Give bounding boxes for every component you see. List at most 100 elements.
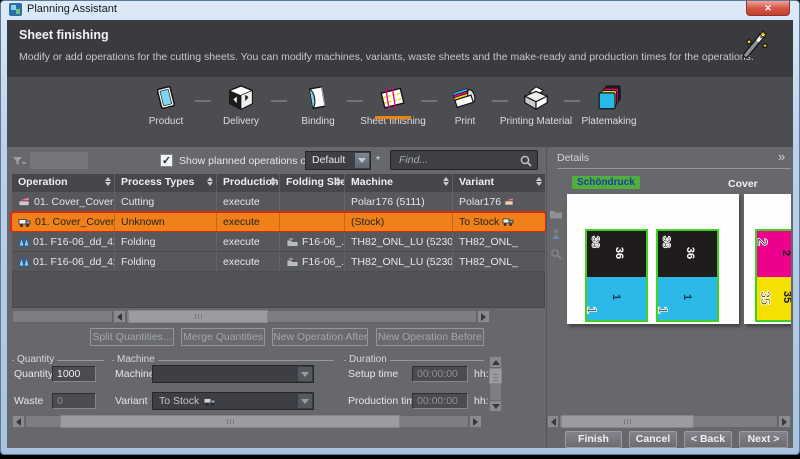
step-connector — [271, 100, 287, 102]
cell-machine: Polar176 (5111) — [345, 192, 453, 211]
scroll-left-button[interactable] — [113, 310, 126, 323]
cell-process-type: Folding — [115, 252, 217, 271]
step-sheet-finishing[interactable]: Sheet finishing — [355, 83, 431, 127]
folding-sheet-page[interactable]: 36 36 1 1 — [585, 229, 648, 322]
table-row[interactable]: 01. F16-06_dd_4x2 ... Folding execute F1… — [12, 252, 545, 272]
setup-time-input[interactable]: 00:00:00 — [412, 366, 468, 382]
table-header: Operation Process Types Production Foldi… — [12, 174, 545, 192]
machine-select[interactable] — [152, 365, 314, 383]
step-platemaking[interactable]: Platemaking — [571, 83, 647, 127]
details-hscroll-thumb[interactable] — [561, 415, 694, 428]
merge-quantities-button[interactable]: Merge Quantities — [181, 328, 265, 346]
column-header-production[interactable]: Production — [217, 174, 280, 192]
close-button[interactable]: ✕ — [746, 1, 790, 16]
cell-process-type: Unknown — [115, 213, 217, 231]
page-number-mark: 1 — [587, 306, 597, 313]
scroll-down-button[interactable] — [489, 400, 502, 412]
form-hscroll-thumb[interactable] — [60, 415, 400, 428]
production-time-label: Production time — [348, 395, 421, 407]
sort-icon[interactable] — [207, 177, 213, 186]
filter-field[interactable] — [30, 152, 88, 169]
waste-input[interactable]: 0 — [52, 393, 96, 409]
scroll-left-button[interactable] — [12, 415, 25, 428]
details-divider — [557, 168, 791, 169]
platemaking-icon — [594, 83, 624, 113]
sort-icon[interactable] — [105, 177, 111, 186]
column-header-variant[interactable]: Variant — [453, 174, 545, 192]
scroll-right-button[interactable] — [469, 415, 482, 428]
sort-icon[interactable] — [536, 177, 542, 186]
new-operation-after-button[interactable]: New Operation After — [272, 328, 368, 346]
view-preset-value: Default — [312, 154, 345, 166]
quantity-input[interactable]: 1000 — [52, 366, 96, 382]
find-input[interactable]: Find... — [390, 150, 538, 170]
column-header-machine[interactable]: Machine — [345, 174, 453, 192]
next-button[interactable]: Next > — [739, 431, 788, 448]
sort-icon[interactable] — [270, 177, 276, 186]
filter-icon[interactable] — [12, 155, 27, 167]
page-number: 35 — [781, 291, 791, 303]
step-connector — [421, 100, 437, 102]
sheet-preview-area[interactable]: 36 36 1 1 36 36 1 1 — [547, 172, 791, 414]
variant-select[interactable]: To Stock — [152, 392, 314, 410]
press-sheet-preview[interactable]: 2 2 35 35 — [744, 194, 791, 324]
new-operation-before-button[interactable]: New Operation Before — [376, 328, 484, 346]
machine-label: Machine — [115, 368, 155, 380]
cell-folding-sheet: F16-06_... — [302, 256, 345, 268]
step-label: Delivery — [203, 116, 279, 127]
page-number: 2 — [780, 250, 791, 256]
step-label: Product — [128, 116, 204, 127]
frozen-column-scroll-track[interactable] — [12, 310, 113, 323]
page-title: Sheet finishing — [19, 28, 109, 42]
step-delivery[interactable]: Delivery — [203, 83, 279, 127]
page-number: 1 — [610, 294, 622, 300]
variant-label: Variant — [115, 395, 148, 407]
scroll-up-button[interactable] — [489, 356, 502, 368]
sort-icon[interactable] — [335, 177, 341, 186]
variant-select-value: To Stock — [159, 395, 199, 407]
chevron-down-icon[interactable] — [355, 153, 369, 168]
production-time-input[interactable]: 00:00:00 — [412, 393, 468, 409]
scroll-right-button[interactable] — [778, 415, 791, 428]
step-product[interactable]: Product — [128, 83, 204, 127]
table-row-selected[interactable]: 01. Cover_Cover (T... Unknown execute (S… — [10, 211, 547, 233]
step-print[interactable]: Print — [427, 83, 503, 127]
view-preset-select[interactable]: Default — [305, 151, 371, 170]
back-button[interactable]: < Back — [684, 431, 732, 448]
column-header-operation[interactable]: Operation — [12, 174, 115, 192]
step-label: Platemaking — [571, 116, 647, 127]
cell-machine: TH82_ONL_LU (5230) — [345, 252, 453, 271]
show-planned-label: Show planned operations only — [179, 155, 320, 167]
press-sheet-preview[interactable]: 36 36 1 1 36 36 1 1 — [567, 194, 739, 324]
cell-process-type: Cutting — [115, 192, 217, 211]
cell-operation: 01. F16-06_dd_4x2 ... — [33, 236, 115, 248]
chevron-down-icon[interactable] — [298, 367, 312, 381]
cancel-button[interactable]: Cancel — [629, 431, 677, 448]
scroll-left-button[interactable] — [547, 415, 559, 428]
page-description: Modify or add operations for the cutting… — [19, 51, 754, 63]
details-expand-button[interactable]: » — [778, 149, 785, 164]
step-binding[interactable]: Binding — [280, 83, 356, 127]
duration-group-label: Duration — [346, 354, 390, 365]
table-hscroll-thumb[interactable] — [128, 310, 268, 323]
split-quantities-button[interactable]: Split Quantities... — [90, 328, 174, 346]
search-icon[interactable] — [520, 155, 532, 167]
finish-button[interactable]: Finish — [565, 431, 622, 448]
show-planned-checkbox[interactable]: ✓ — [160, 154, 173, 167]
page-number-mark: 1 — [658, 306, 668, 313]
page-number-mark: 36 — [661, 236, 671, 248]
sort-icon[interactable] — [443, 177, 449, 186]
scroll-right-button[interactable] — [477, 310, 490, 323]
folding-sheet-page[interactable]: 36 36 1 1 — [656, 229, 719, 322]
column-header-process-types[interactable]: Process Types — [115, 174, 217, 192]
cutting-icon — [18, 196, 31, 207]
column-header-folding-sheet[interactable]: Folding Sheet — [280, 174, 345, 192]
app-icon — [9, 3, 22, 16]
step-printing-material[interactable]: Printing Material — [498, 83, 574, 127]
table-row[interactable]: 01. F16-06_dd_4x2 ... Folding execute F1… — [12, 232, 545, 252]
folding-sheet-page[interactable]: 2 2 35 35 — [755, 229, 791, 322]
form-vscroll-thumb[interactable] — [489, 368, 502, 384]
folder-machine-icon — [286, 237, 299, 247]
table-row[interactable]: 01. Cover_Cover Cutting execute Polar176… — [12, 192, 545, 212]
chevron-down-icon[interactable] — [298, 394, 312, 408]
